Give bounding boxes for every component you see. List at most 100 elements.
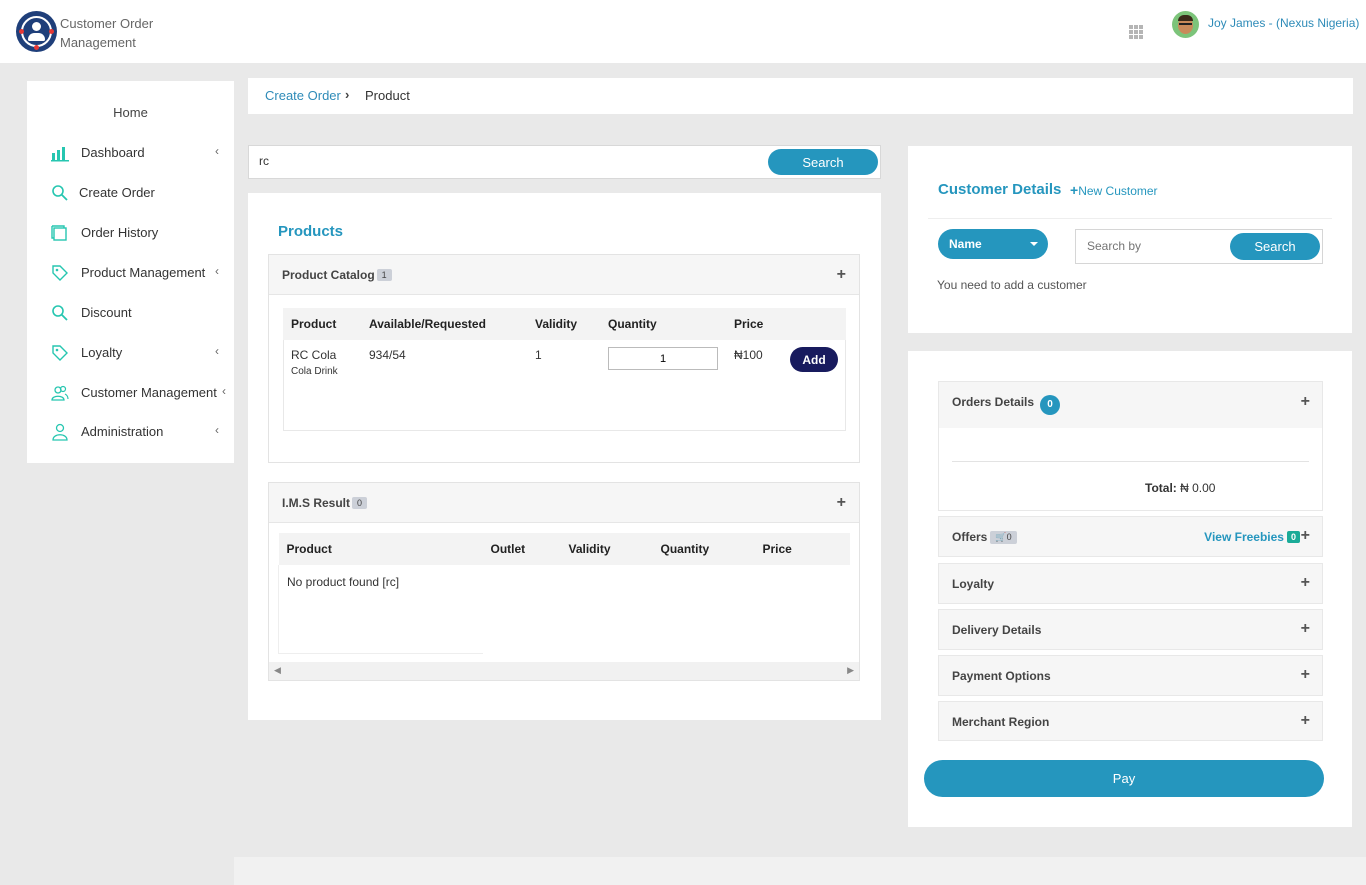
expand-plus-icon[interactable]: + [837, 266, 846, 284]
grid-icon[interactable] [1129, 25, 1143, 39]
table-header-row: Product Available/Requested Validity Qua… [283, 308, 846, 340]
scroll-left-icon[interactable]: ◀ [274, 665, 281, 676]
sidebar-item-label: Customer Management [81, 385, 217, 400]
loyalty-header[interactable]: Loyalty + [938, 563, 1323, 604]
offers-label: Offers [952, 530, 988, 544]
search-icon [52, 185, 68, 201]
delivery-details-header[interactable]: Delivery Details + [938, 609, 1323, 650]
delivery-details-title: Delivery Details [952, 623, 1042, 637]
sidebar-item-discount[interactable]: Discount [51, 302, 227, 324]
column-header: Price [754, 533, 850, 565]
chevron-left-icon: ‹ [215, 144, 219, 158]
price-cell: ₦100 [734, 348, 763, 362]
offers-count: 🛒0 [990, 531, 1017, 544]
offers-header[interactable]: Offers 🛒0 View Freebies 0 + [938, 516, 1323, 557]
orders-details-header[interactable]: Orders Details 0 + [938, 381, 1323, 429]
expand-plus-icon[interactable]: + [1301, 393, 1310, 411]
sidebar-item-order-history[interactable]: Order History [51, 222, 227, 244]
column-header: Product [283, 308, 361, 340]
user-name[interactable]: Joy James - (Nexus Nigeria) [1208, 16, 1359, 30]
sidebar-home[interactable]: Home [27, 105, 234, 120]
product-catalog-label: Product Catalog [282, 268, 375, 282]
orders-details-count: 0 [1040, 395, 1061, 415]
payment-options-title: Payment Options [952, 669, 1051, 683]
tag-icon [52, 345, 68, 361]
sidebar-item-label: Product Management [81, 265, 206, 280]
column-header: Price [726, 308, 782, 340]
sidebar-item-label: Loyalty [81, 345, 123, 360]
avatar[interactable] [1172, 11, 1199, 38]
expand-plus-icon[interactable]: + [1301, 527, 1310, 545]
bar-chart-icon [51, 147, 69, 162]
table-row: No product found [rc] [278, 565, 851, 654]
expand-plus-icon[interactable]: + [1301, 712, 1310, 730]
available-cell: 934/54 [369, 348, 406, 362]
sidebar-item-administration[interactable]: Administration ‹ [51, 421, 227, 443]
chevron-left-icon: ‹ [222, 384, 226, 398]
sidebar-item-dashboard[interactable]: Dashboard ‹ [51, 142, 227, 164]
product-catalog-count: 1 [376, 269, 392, 281]
pay-button[interactable]: Pay [924, 760, 1324, 797]
column-header: Quantity [652, 533, 755, 565]
orders-details-body: Total: ₦ 0.00 [938, 428, 1323, 511]
total-value: ₦ 0.00 [1180, 481, 1216, 495]
customer-search-button[interactable]: Search [1230, 233, 1320, 260]
order-total: Total: ₦ 0.00 [1145, 481, 1215, 495]
add-button[interactable]: Add [790, 347, 838, 372]
chevron-left-icon: ‹ [215, 423, 219, 437]
product-catalog-title: Product Catalog 1 [282, 268, 392, 282]
quantity-input[interactable] [608, 347, 718, 370]
product-catalog-header[interactable]: Product Catalog 1 + [269, 255, 859, 295]
view-freebies-label: View Freebies [1204, 530, 1284, 544]
customer-details-card: Customer Details +New Customer Name Sear… [908, 146, 1352, 333]
scroll-right-icon[interactable]: ▶ [847, 665, 854, 676]
sidebar-item-product-management[interactable]: Product Management ‹ [51, 262, 227, 284]
plus-icon: + [1070, 182, 1079, 198]
chevron-left-icon: ‹ [215, 264, 219, 278]
sidebar-item-label: Order History [81, 225, 159, 240]
ims-result-count: 0 [352, 497, 368, 509]
action-cell: Add [782, 340, 846, 377]
breadcrumb-create-order[interactable]: Create Order [265, 88, 341, 103]
search-field-value: Name [949, 237, 982, 251]
new-customer-link[interactable]: +New Customer [1070, 182, 1158, 198]
expand-plus-icon[interactable]: + [1301, 620, 1310, 638]
view-freebies-link[interactable]: View Freebies 0 [1204, 530, 1300, 544]
sidebar-item-loyalty[interactable]: Loyalty ‹ [51, 342, 227, 364]
ims-result-title: I.M.S Result 0 [282, 496, 368, 510]
logo-icon[interactable] [16, 11, 57, 52]
sidebar-item-label: Discount [81, 305, 132, 320]
ims-result-header[interactable]: I.M.S Result 0 + [269, 483, 859, 523]
column-header-action [782, 308, 846, 340]
orders-details-label: Orders Details [952, 395, 1035, 409]
payment-options-header[interactable]: Payment Options + [938, 655, 1323, 696]
product-search-button[interactable]: Search [768, 149, 878, 175]
user-icon [52, 423, 68, 441]
caret-down-icon [1030, 242, 1038, 246]
sidebar-item-label: Create Order [79, 185, 155, 200]
product-catalog-table: Product Available/Requested Validity Qua… [283, 308, 846, 377]
horizontal-scrollbar[interactable]: ◀ ▶ [269, 662, 859, 680]
search-field-select[interactable]: Name [938, 229, 1048, 259]
merchant-region-title: Merchant Region [952, 715, 1050, 729]
quantity-cell [600, 340, 726, 377]
chevron-left-icon: ‹ [215, 344, 219, 358]
breadcrumb: Create Order › Product [248, 78, 1353, 114]
expand-plus-icon[interactable]: + [1301, 666, 1310, 684]
product-name: RC Cola [291, 348, 337, 362]
product-subtitle: Cola Drink [291, 366, 338, 377]
merchant-region-header[interactable]: Merchant Region + [938, 701, 1323, 741]
sidebar-item-create-order[interactable]: Create Order [51, 182, 227, 204]
column-header: Available/Requested [361, 308, 527, 340]
sidebar-item-customer-management[interactable]: Customer Management ‹ [51, 382, 227, 404]
chevron-right-icon: › [345, 87, 350, 102]
order-summary-card: Orders Details 0 + Total: ₦ 0.00 Offers 🛒0… [908, 351, 1352, 827]
customer-search-input[interactable] [1087, 239, 1222, 253]
column-header: Quantity [600, 308, 726, 340]
total-label: Total: [1145, 481, 1177, 495]
expand-plus-icon[interactable]: + [1301, 574, 1310, 592]
product-search-input[interactable] [259, 154, 739, 168]
divider [952, 461, 1309, 462]
offers-count-value: 0 [1006, 532, 1012, 542]
expand-plus-icon[interactable]: + [837, 494, 846, 512]
